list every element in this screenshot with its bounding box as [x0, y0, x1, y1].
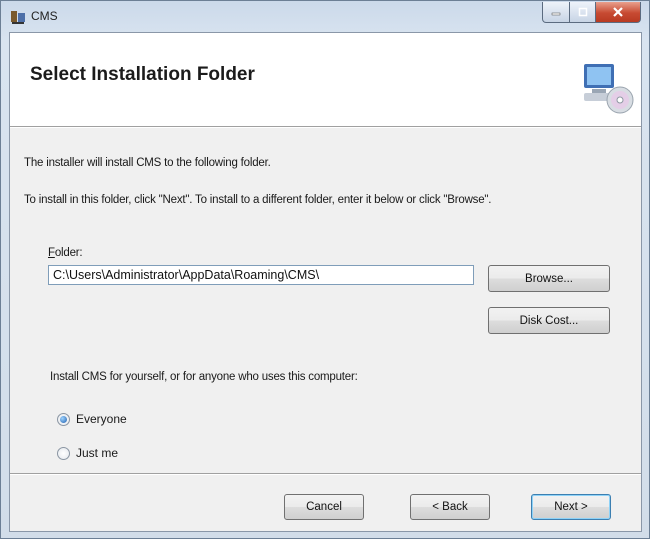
- maximize-icon: [578, 7, 587, 17]
- instruction-text: To install in this folder, click "Next".…: [24, 194, 492, 206]
- radio-selected-indicator: [57, 412, 70, 426]
- installer-window: CMS Select Installation Folder The insta…: [0, 0, 650, 539]
- installer-app-icon: [10, 9, 26, 25]
- cancel-button-label: Cancel: [306, 501, 342, 513]
- radio-just-me-label: Just me: [76, 446, 119, 460]
- minimize-button[interactable]: [542, 2, 570, 23]
- cancel-button[interactable]: Cancel: [284, 494, 364, 520]
- footer-divider: [10, 473, 641, 475]
- disk-cost-button-label: Disk Cost...: [519, 314, 579, 327]
- radio-just-me[interactable]: Just me: [57, 446, 118, 460]
- folder-label: Folder:: [48, 247, 83, 259]
- back-button-label: < Back: [432, 501, 468, 513]
- close-button[interactable]: [596, 2, 641, 23]
- computer-disc-icon: [582, 58, 634, 118]
- install-scope-prompt: Install CMS for yourself, or for anyone …: [50, 371, 358, 383]
- folder-path-input[interactable]: [48, 265, 474, 285]
- minimize-icon: [551, 12, 561, 16]
- radio-everyone[interactable]: Everyone: [57, 412, 127, 426]
- title-bar[interactable]: CMS: [1, 1, 649, 33]
- maximize-button[interactable]: [570, 2, 596, 23]
- intro-text: The installer will install CMS to the fo…: [24, 157, 271, 169]
- dialog-client-area: Select Installation Folder The installer…: [9, 32, 642, 532]
- caption-buttons: [542, 2, 641, 24]
- browse-button[interactable]: Browse...: [488, 265, 610, 292]
- page-title: Select Installation Folder: [30, 64, 255, 85]
- radio-unselected-indicator: [57, 446, 70, 460]
- next-button[interactable]: Next >: [531, 494, 611, 520]
- banner-divider: [10, 127, 641, 128]
- close-icon: [613, 7, 623, 17]
- browse-button-label: Browse...: [525, 272, 573, 285]
- window-title: CMS: [31, 9, 58, 23]
- back-button[interactable]: < Back: [410, 494, 490, 520]
- disk-cost-button[interactable]: Disk Cost...: [488, 307, 610, 334]
- radio-everyone-label: Everyone: [76, 412, 127, 426]
- header-banner: Select Installation Folder: [10, 33, 641, 127]
- next-button-label: Next >: [554, 501, 588, 513]
